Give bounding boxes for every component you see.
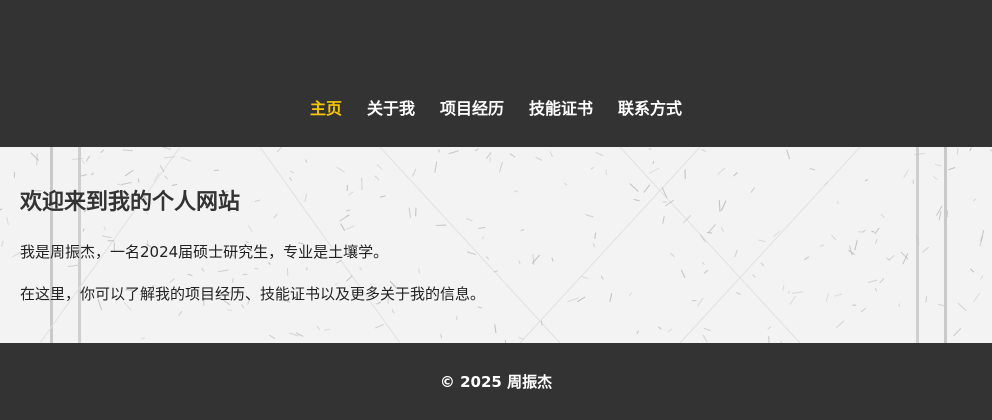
copyright-text: © 2025 周振杰 [439, 372, 553, 391]
texture-fleck [122, 149, 134, 152]
texture-fleck [540, 320, 543, 326]
main-content: 欢迎来到我的个人网站 我是周振杰，一名2024届硕士研究生，专业是土壤学。 在这… [0, 147, 992, 343]
texture-fleck [718, 200, 721, 213]
nav-item-contact[interactable]: 联系方式 [618, 96, 682, 122]
texture-fleck [36, 153, 38, 166]
site-footer: © 2025 周振杰 [0, 343, 992, 420]
texture-fleck [594, 232, 597, 240]
main-nav: 主页 关于我 项目经历 技能证书 联系方式 [0, 96, 992, 122]
texture-fleck [481, 236, 484, 240]
nav-item-about[interactable]: 关于我 [367, 96, 415, 122]
texture-fleck [652, 161, 655, 165]
nav-item-home[interactable]: 主页 [310, 96, 342, 122]
texture-fleck [137, 178, 140, 183]
page-title: 欢迎来到我的个人网站 [20, 190, 241, 215]
texture-fleck [871, 230, 875, 233]
texture-fleck [418, 268, 421, 274]
intro-paragraph: 我是周振杰，一名2024届硕士研究生，专业是土壤学。 [20, 243, 389, 261]
nav-item-projects[interactable]: 项目经历 [440, 96, 504, 122]
nav-item-certificates[interactable]: 技能证书 [529, 96, 593, 122]
info-paragraph: 在这里，你可以了解我的项目经历、技能证书以及更多关于我的信息。 [20, 285, 486, 303]
texture-fleck [593, 243, 595, 248]
site-header: 主页 关于我 项目经历 技能证书 联系方式 [0, 0, 992, 147]
texture-fleck [925, 296, 928, 303]
texture-fleck [82, 228, 85, 232]
